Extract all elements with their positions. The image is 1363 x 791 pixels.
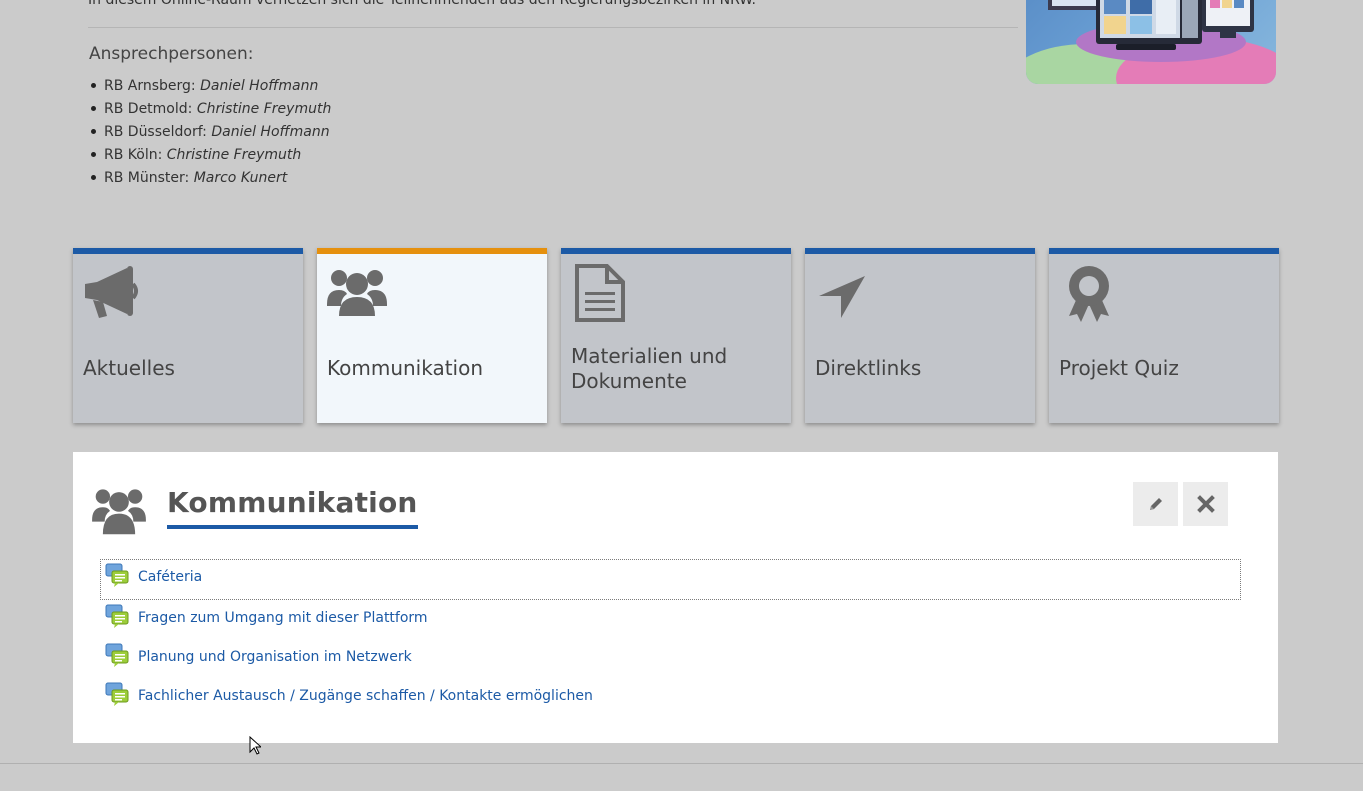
- contacts-list: RB Arnsberg: Daniel Hoffmann RB Detmold:…: [89, 75, 331, 190]
- divider: [88, 27, 1018, 28]
- contact-person: Daniel Hoffmann: [211, 124, 330, 140]
- tile-label: Projekt Quiz: [1059, 356, 1179, 380]
- forum-icon: [105, 563, 129, 587]
- footer-divider: [0, 763, 1363, 764]
- mouse-cursor-icon: [249, 736, 261, 755]
- contact-person: Christine Freymuth: [196, 101, 332, 117]
- forum-item[interactable]: Caféteria: [100, 559, 1241, 600]
- contact-region: RB Münster:: [104, 170, 190, 186]
- forum-item[interactable]: Planung und Organisation im Netzwerk: [100, 639, 1241, 678]
- tile-label: Direktlinks: [815, 356, 922, 380]
- contact-region: RB Köln:: [104, 147, 163, 163]
- megaphone-icon: [85, 266, 138, 318]
- forum-link[interactable]: Fragen zum Umgang mit dieser Plattform: [138, 610, 428, 626]
- forum-icon: [105, 643, 129, 667]
- hero-illustration: [1026, 0, 1276, 84]
- intro-text: In diesem Online-Raum vernetzen sich die…: [88, 0, 756, 8]
- contact-region: RB Arnsberg:: [104, 78, 196, 94]
- forum-link[interactable]: Caféteria: [138, 569, 202, 585]
- tile-direktlinks[interactable]: Direktlinks: [805, 248, 1035, 423]
- contact-item: RB Detmold: Christine Freymuth: [89, 98, 331, 121]
- panel-title: Kommunikation: [167, 486, 418, 529]
- document-icon: [575, 264, 625, 322]
- edit-button[interactable]: [1133, 482, 1178, 526]
- forum-list: Caféteria Fragen zum Umgang mit dieser P…: [100, 559, 1241, 717]
- close-button[interactable]: [1183, 482, 1228, 526]
- contact-item: RB Köln: Christine Freymuth: [89, 144, 331, 167]
- forum-item[interactable]: Fragen zum Umgang mit dieser Plattform: [100, 600, 1241, 639]
- pencil-icon: [1149, 498, 1162, 510]
- tile-aktuelles[interactable]: Aktuelles: [73, 248, 303, 423]
- contact-region: RB Düsseldorf:: [104, 124, 207, 140]
- contact-person: Christine Freymuth: [166, 147, 302, 163]
- tile-kommunikation[interactable]: Kommunikation: [317, 248, 547, 423]
- tile-materialien[interactable]: Materialien und Dokumente: [561, 248, 791, 423]
- forum-icon: [105, 604, 129, 628]
- contact-person: Marco Kunert: [193, 170, 288, 186]
- forum-link[interactable]: Fachlicher Austausch / Zugänge schaffen …: [138, 688, 593, 704]
- contact-person: Daniel Hoffmann: [200, 78, 319, 94]
- contact-item: RB Düsseldorf: Daniel Hoffmann: [89, 121, 331, 144]
- forum-item[interactable]: Fachlicher Austausch / Zugänge schaffen …: [100, 678, 1241, 717]
- tile-projekt-quiz[interactable]: Projekt Quiz: [1049, 248, 1279, 423]
- users-icon: [92, 489, 146, 535]
- location-arrow-icon: [819, 276, 865, 318]
- tile-label: Aktuelles: [83, 356, 175, 380]
- contact-item: RB Münster: Marco Kunert: [89, 167, 331, 190]
- contacts-heading: Ansprechpersonen:: [89, 44, 254, 64]
- contact-region: RB Detmold:: [104, 101, 193, 117]
- award-icon: [1069, 266, 1109, 322]
- forum-icon: [105, 682, 129, 706]
- close-icon: [1196, 495, 1215, 513]
- tile-label: Materialien und Dokumente: [571, 344, 728, 393]
- forum-link[interactable]: Planung und Organisation im Netzwerk: [138, 649, 412, 665]
- users-icon: [327, 270, 387, 316]
- kommunikation-panel: Kommunikation Caféteria Fragen zum Umgan…: [73, 452, 1278, 743]
- contact-item: RB Arnsberg: Daniel Hoffmann: [89, 75, 331, 98]
- tile-label: Kommunikation: [327, 356, 484, 380]
